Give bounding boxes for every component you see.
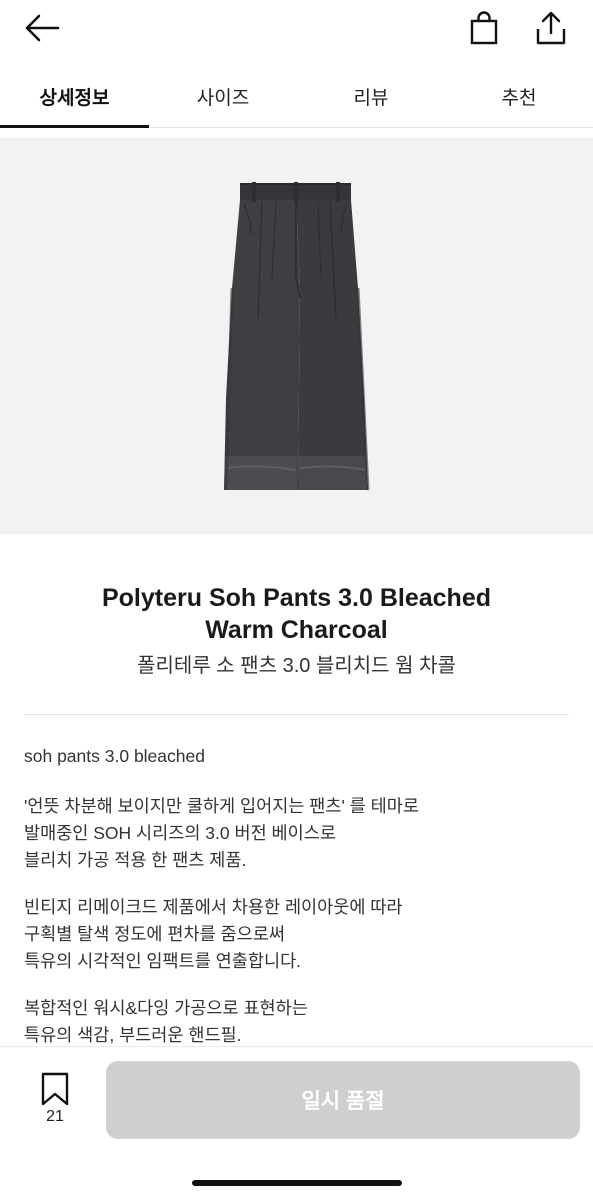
description-line: 발매중인 SOH 시리즈의 3.0 버전 베이스로 [24, 823, 336, 843]
soldout-button[interactable]: 일시 품절 [106, 1061, 580, 1139]
description-subtitle: soh pants 3.0 bleached [24, 746, 205, 766]
product-title-english-line2: Warm Charcoal [205, 616, 388, 644]
description-paragraph-3: 복합적인 워시&다잉 가공으로 표현하는 특유의 색감, 부드러운 핸드필. [24, 995, 569, 1049]
wishlist-count: 21 [46, 1108, 64, 1125]
tab-size[interactable]: 사이즈 [149, 64, 297, 128]
arrow-left-icon [25, 14, 60, 42]
description-line: '언뜻 차분해 보이지만 쿨하게 입어지는 팬츠' 를 테마로 [24, 796, 419, 816]
bookmark-icon [41, 1072, 69, 1106]
shopping-bag-icon [470, 11, 498, 45]
back-button[interactable] [22, 10, 62, 46]
pants-image [224, 182, 370, 491]
divider [24, 714, 569, 715]
description-line: 특유의 색감, 부드러운 핸드필. [24, 1025, 242, 1045]
description-line: 블리치 가공 적용 한 팬츠 제품. [24, 850, 247, 870]
wishlist-button[interactable]: 21 [36, 1072, 74, 1132]
tab-recommend[interactable]: 추천 [445, 64, 593, 128]
description-paragraph-1: '언뜻 차분해 보이지만 쿨하게 입어지는 팬츠' 를 테마로 발매중인 SOH… [24, 793, 569, 874]
product-title-korean: 폴리테루 소 팬츠 3.0 블리치드 웜 차콜 [137, 655, 456, 677]
product-image-area[interactable] [0, 138, 593, 534]
tab-reviews[interactable]: 리뷰 [297, 64, 445, 128]
top-bar [0, 0, 593, 58]
share-icon [536, 11, 566, 45]
share-button[interactable] [532, 8, 570, 48]
product-title-english: Polyteru Soh Pants 3.0 Bleached Warm Cha… [0, 582, 593, 646]
description-line: 복합적인 워시&다잉 가공으로 표현하는 [24, 998, 308, 1018]
shopping-bag-button[interactable] [466, 9, 502, 47]
active-tab-indicator [0, 125, 149, 128]
product-title-english-line1: Polyteru Soh Pants 3.0 Bleached [101, 584, 491, 612]
description-paragraph-2: 빈티지 리메이크드 제품에서 차용한 레이아웃에 따라 구획별 탈색 정도에 편… [24, 894, 569, 975]
description-line: 구획별 탈색 정도에 편차를 줌으로써 [24, 924, 285, 944]
home-indicator [192, 1180, 402, 1186]
tab-bar: 상세정보 사이즈 리뷰 추천 [0, 64, 593, 128]
description-line: 특유의 시각적인 임팩트를 연출합니다. [24, 951, 302, 971]
description-line: 빈티지 리메이크드 제품에서 차용한 레이아웃에 따라 [24, 897, 403, 917]
tab-details[interactable]: 상세정보 [0, 64, 149, 128]
